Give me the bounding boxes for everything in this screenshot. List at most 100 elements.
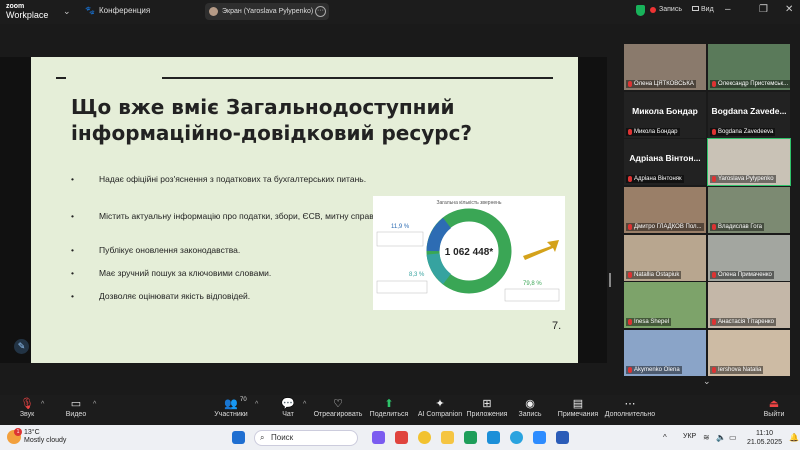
mic-muted-icon [712, 129, 716, 135]
video-caret-icon[interactable]: ^ [93, 401, 96, 408]
notifications-bell-icon[interactable]: 🔔 [789, 433, 799, 442]
infographic-heading: Загальна кількість звернень [436, 200, 501, 206]
search-placeholder: Поиск [271, 433, 294, 442]
restore-icon[interactable]: ❐ [759, 4, 768, 15]
ai-label: AI Companion [417, 411, 463, 418]
participant-name-label: Inesa Shepel [626, 318, 672, 326]
share-label: Поделиться [369, 411, 409, 418]
participant-tile[interactable]: Владислав Гога [708, 187, 790, 233]
participant-tile[interactable]: Адріана Вінтон... Адріана Вінтоняк [624, 139, 706, 185]
windows-start-icon[interactable] [232, 431, 245, 444]
copilot-icon[interactable] [372, 431, 385, 444]
excel-icon[interactable] [464, 431, 477, 444]
app-red-icon[interactable] [395, 431, 408, 444]
recording-indicator[interactable]: Запись [650, 6, 682, 13]
view-grid-icon [692, 6, 699, 11]
notes-button[interactable]: ▤ Примечания [548, 397, 608, 418]
participant-tile[interactable]: Bogdana Zavede... Bogdana Zavedeeva [708, 92, 790, 138]
bullet-mark: • [71, 291, 74, 301]
participant-tile[interactable]: Анастасія Тітаренко [708, 282, 790, 328]
word-icon[interactable] [556, 431, 569, 444]
chat-caret-icon[interactable]: ^ [303, 401, 306, 408]
annotate-pencil-icon[interactable]: ✎ [14, 339, 29, 354]
infographic-svg: Загальна кількість звернень 1 062 448* 1… [376, 200, 560, 302]
more-options-icon[interactable]: ··· [315, 6, 326, 17]
participant-name-label: Iershova Natalia [710, 366, 764, 374]
slide-decor-line-short [56, 77, 66, 79]
participants-count: 70 [240, 397, 247, 403]
chat-label: Чат [282, 411, 294, 418]
skype-icon[interactable] [487, 431, 500, 444]
chrome-icon[interactable] [418, 431, 431, 444]
participant-tile[interactable]: Iershova Natalia [708, 330, 790, 376]
audio-label: Звук [19, 411, 35, 418]
security-shield-icon[interactable] [636, 5, 645, 16]
leave-label: Выйти [763, 411, 785, 418]
participant-tile[interactable]: Дмитро ГЛАДКОВ Пол... [624, 187, 706, 233]
participant-name: Микола Бондар [634, 129, 678, 135]
participant-name-label: Адріана Вінтоняк [626, 175, 684, 183]
audio-caret-icon[interactable]: ^ [41, 401, 44, 408]
participant-tile[interactable]: Natallia Ostapiuk [624, 235, 706, 281]
bullet-mark: • [71, 174, 74, 184]
more-button[interactable]: ⋯ Дополнительно [600, 397, 660, 418]
mic-muted-icon [628, 367, 632, 373]
system-clock[interactable]: 11:10 21.05.2025 [747, 429, 782, 447]
participant-display-name: Микола Бондар [632, 106, 698, 116]
participant-tile[interactable]: Микола Бондар Микола Бондар [624, 92, 706, 138]
participant-tile[interactable]: Akymenko Olena [624, 330, 706, 376]
participants-button[interactable]: 👥 Участники [201, 397, 261, 418]
pct-mid: 8,3 % [409, 272, 425, 278]
file-explorer-icon[interactable] [441, 431, 454, 444]
battery-icon[interactable]: ▭ [729, 433, 737, 442]
more-dots-icon: ⋯ [624, 398, 636, 410]
keyboard-language[interactable]: УКР [683, 433, 696, 440]
weather-widget[interactable]: 13°C Mostly cloudy [24, 429, 66, 445]
participant-name-label: Олена Примаченко [710, 271, 774, 279]
bullet-text: Публікує оновлення законодавства. [99, 245, 241, 255]
windows-taskbar: 1 13°C Mostly cloudy ⌕ Поиск ^ УКР ≋ 🔈 ▭… [0, 425, 800, 450]
participant-tile[interactable]: Inesa Shepel [624, 282, 706, 328]
video-button[interactable]: ▭ Видео [46, 397, 106, 418]
record-toolbar-label: Запись [518, 411, 542, 418]
taskbar-search[interactable]: ⌕ Поиск [254, 430, 358, 446]
participant-name: Yaroslava Pylypenko [718, 176, 774, 182]
mic-muted-icon [628, 81, 632, 87]
participant-tile[interactable]: Yaroslava Pylypenko [707, 138, 791, 186]
leave-button[interactable]: ⏏ Выйти [744, 397, 800, 418]
participants-gallery: Олена ЦЯТКОВСЬКА Олександр Пристемськ... М… [621, 44, 791, 376]
weather-text: Mostly cloudy [24, 437, 67, 444]
chevron-down-icon[interactable]: ⌄ [63, 6, 71, 17]
temperature: 13°C [24, 429, 40, 436]
telegram-icon[interactable] [510, 431, 523, 444]
gallery-scroll-down-icon[interactable]: ⌄ [703, 376, 711, 387]
participant-name: Олена ЦЯТКОВСЬКА [634, 81, 694, 87]
share-scrollbar[interactable] [609, 273, 611, 287]
tray-chevron-icon[interactable]: ^ [663, 433, 667, 442]
zoom-logo: zoom Workplace [6, 3, 48, 20]
participants-label: Участники [214, 411, 248, 418]
participant-name-label: Владислав Гога [710, 223, 764, 231]
meeting-info-button[interactable]: 🐾 Конференция [85, 6, 150, 15]
bullet-text: Дозволяє оцінювати якість відповідей. [99, 291, 251, 301]
record-dot-icon [650, 6, 656, 13]
screen-share-label: Экран (Yaroslava Pylypenko) [222, 8, 314, 15]
participant-name: Bogdana Zavedeeva [718, 129, 774, 135]
wifi-icon[interactable]: ≋ [703, 433, 710, 442]
volume-icon[interactable]: 🔈 [716, 433, 726, 442]
participant-tile[interactable]: Олена ЦЯТКОВСЬКА [624, 44, 706, 90]
zoom-taskbar-icon[interactable] [533, 431, 546, 444]
participant-tile[interactable]: Олександр Пристемськ... [708, 44, 790, 90]
view-button[interactable]: Вид [692, 6, 714, 13]
mic-muted-icon [712, 367, 716, 373]
minimize-icon[interactable]: – [725, 4, 731, 15]
participant-name: Natallia Ostapiuk [634, 272, 680, 278]
screen-share-pill[interactable]: Экран (Yaroslava Pylypenko) ··· [205, 3, 329, 20]
participant-name: Владислав Гога [718, 224, 762, 230]
slide-number: 7. [552, 320, 562, 332]
participant-name-label: Олена ЦЯТКОВСЬКА [626, 80, 696, 88]
more-label: Дополнительно [604, 411, 656, 418]
close-icon[interactable]: ✕ [785, 4, 793, 15]
clock-date: 21.05.2025 [747, 439, 783, 446]
participant-tile[interactable]: Олена Примаченко [708, 235, 790, 281]
